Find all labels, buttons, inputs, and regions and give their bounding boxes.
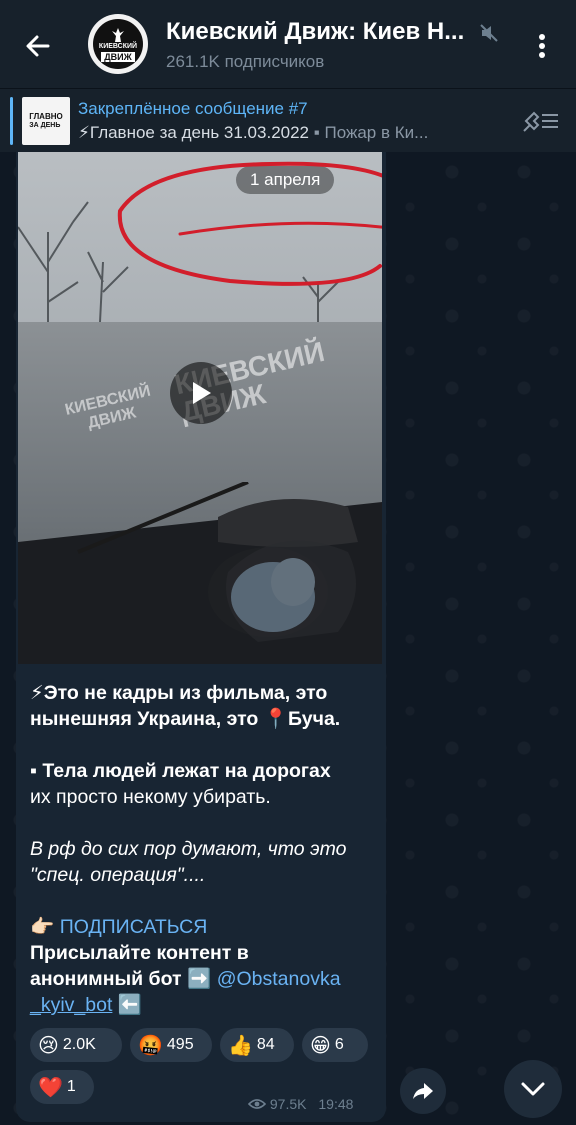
reaction-count: 2.0K	[62, 1036, 96, 1053]
message-line-1: ⚡Это не кадры из фильма, это	[30, 682, 328, 704]
message-line-9: анонимный бот ➡️ @Obstanovka	[30, 966, 380, 992]
subscriber-count: 261.1K подписчиков	[166, 52, 325, 71]
pinned-title: Закреплённое сообщение #7	[78, 99, 308, 118]
eye-icon	[247, 1099, 267, 1109]
reaction-thumbs-up[interactable]: 👍 84	[220, 1028, 294, 1062]
red-annotation-circle	[117, 161, 382, 286]
message-line-2: нынешняя Украина, это 📍Буча.	[30, 708, 341, 730]
share-icon	[413, 1083, 433, 1099]
share-button[interactable]	[400, 1068, 446, 1114]
more-vertical-icon[interactable]	[530, 30, 554, 62]
pinned-preview: ⚡Главное за день 31.03.2022 ▪ Пожар в Ки…	[78, 123, 510, 143]
pinned-thumbnail: ГЛАВНО ЗА ДЕНЬ	[22, 97, 70, 145]
bot-link-part-1[interactable]: @Obstanovka	[217, 968, 341, 990]
pinned-preview-main: ⚡Главное за день 31.03.2022	[78, 123, 310, 142]
message-line-8: Присылайте контент в	[30, 942, 249, 964]
subscribe-link[interactable]: ПОДПИСАТЬСЯ	[60, 916, 208, 938]
pinned-thumb-text-2: ЗА ДЕНЬ	[29, 122, 61, 129]
message-line-4: их просто некому убирать.	[30, 786, 271, 808]
crying-emoji-icon: 😢	[38, 1034, 59, 1057]
play-icon	[193, 382, 211, 404]
video-preview[interactable]: 1 апреля КИЕВСКИЙ ДВИЖ КИЕВСКИЙ ДВИЖ	[18, 152, 382, 664]
reaction-count: 495	[166, 1036, 194, 1053]
thumbs-up-emoji-icon: 👍	[228, 1034, 253, 1057]
subscribe-prefix: 👉🏻	[30, 916, 60, 938]
reaction-heart[interactable]: ❤️ 1	[30, 1070, 94, 1104]
chevron-down-icon	[521, 1082, 545, 1096]
avatar-text-2: ДВИЖ	[101, 51, 135, 62]
pinned-thumb-text-1: ГЛАВНО	[29, 112, 63, 121]
reaction-count: 1	[66, 1078, 76, 1095]
bot-link-part-2[interactable]: _kyiv_bot	[30, 994, 112, 1016]
logo-figure-icon	[112, 27, 124, 42]
reaction-crying[interactable]: 😢 2.0K	[30, 1028, 122, 1062]
message-time: 19:48	[318, 1096, 354, 1112]
reaction-grinning[interactable]: 😁 6	[302, 1028, 368, 1062]
pinned-message-bar[interactable]: ГЛАВНО ЗА ДЕНЬ Закреплённое сообщение #7…	[0, 88, 576, 152]
avatar-text-1: КИЕВСКИЙ	[98, 42, 138, 50]
message-line-10-suffix: ⬅️	[112, 994, 143, 1016]
message-line-9-text: анонимный бот ➡️	[30, 968, 217, 990]
channel-avatar[interactable]: КИЕВСКИЙ ДВИЖ	[88, 14, 148, 74]
reaction-cursing[interactable]: 🤬 495	[130, 1028, 212, 1062]
chat-header: КИЕВСКИЙ ДВИЖ Киевский Движ: Киев Н... 2…	[0, 0, 576, 88]
message-line-10: _kyiv_bot ⬅️	[30, 992, 380, 1018]
mute-icon	[480, 24, 498, 42]
scroll-down-button[interactable]	[504, 1060, 562, 1118]
unpin-icon[interactable]	[520, 107, 560, 135]
pinned-preview-rest: ▪ Пожар в Ки...	[309, 123, 429, 142]
reaction-count: 6	[334, 1036, 344, 1053]
pinned-indicator	[10, 97, 13, 145]
cursing-emoji-icon: 🤬	[138, 1034, 163, 1057]
grinning-emoji-icon: 😁	[310, 1034, 331, 1057]
play-button[interactable]	[170, 362, 232, 424]
back-arrow-icon	[26, 35, 50, 57]
channel-title[interactable]: Киевский Движ: Киев Н...	[166, 18, 476, 46]
view-count: 97.5K	[269, 1096, 307, 1112]
subscribe-line: 👉🏻 ПОДПИСАТЬСЯ	[30, 914, 380, 940]
message-line-3: ▪ Тела людей лежат на дорогах	[30, 760, 331, 782]
heart-emoji-icon: ❤️	[38, 1076, 63, 1099]
video-dashboard-wipers	[18, 482, 382, 664]
back-button[interactable]	[18, 26, 58, 66]
reaction-count: 84	[256, 1036, 275, 1053]
message-line-6: "спец. операция"....	[30, 864, 206, 886]
message-meta: 97.5K 19:48	[247, 1096, 354, 1112]
message-line-5: В рф до сих пор думают, что это	[30, 838, 347, 860]
